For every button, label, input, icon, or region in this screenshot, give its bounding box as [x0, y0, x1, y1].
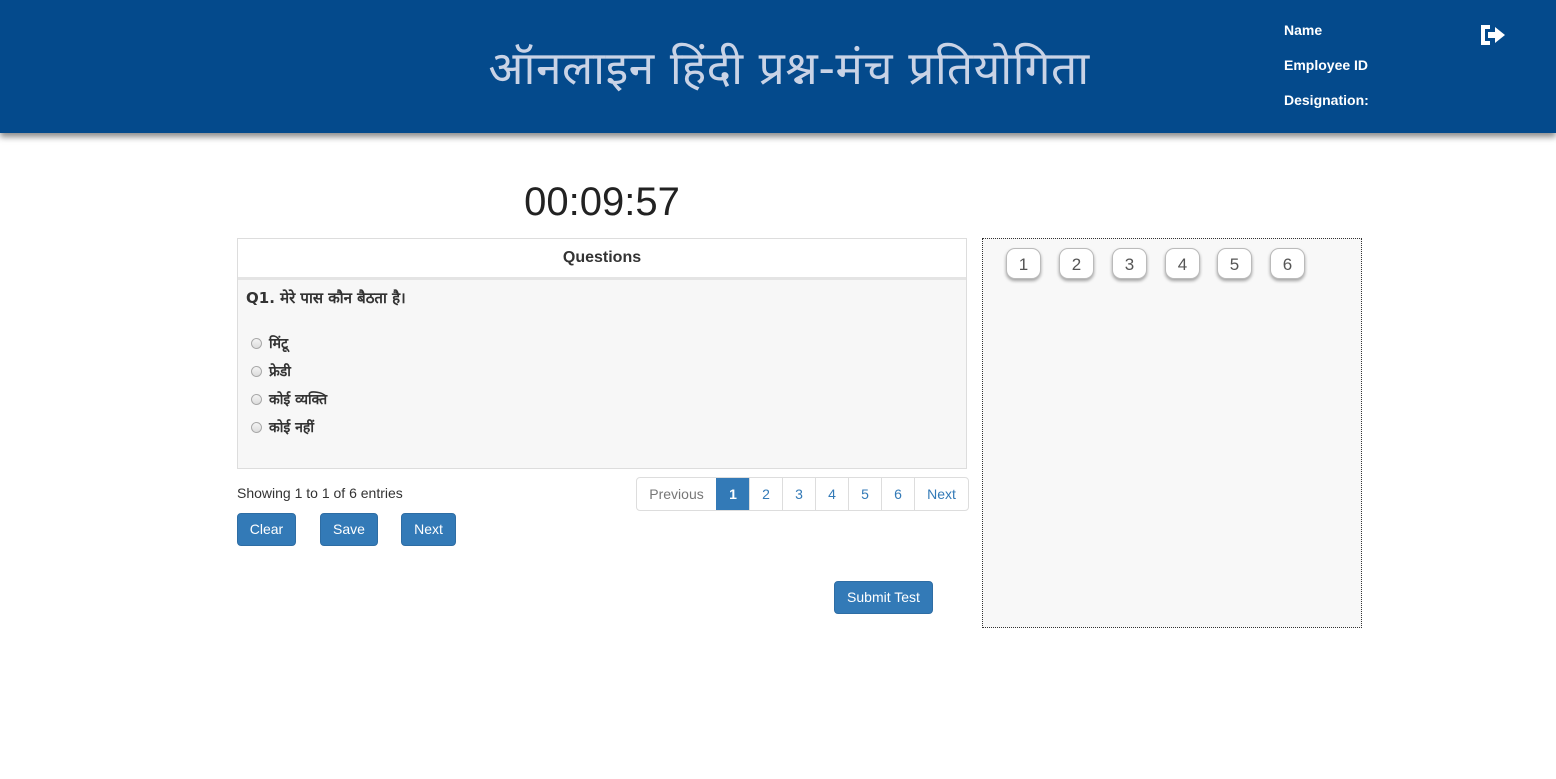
question-nav-button-3[interactable]: 3 — [1112, 248, 1147, 279]
option-1[interactable]: मिंटू — [251, 332, 288, 354]
save-button[interactable]: Save — [320, 513, 378, 546]
option-4[interactable]: कोई नहीं — [251, 416, 314, 438]
app-header: ऑनलाइन हिंदी प्रश्न-मंच प्रतियोगिता Name… — [0, 0, 1556, 133]
pagination-page-5[interactable]: 5 — [848, 478, 881, 510]
option-3[interactable]: कोई व्यक्ति — [251, 388, 327, 410]
submit-test-button[interactable]: Submit Test — [834, 581, 933, 614]
entries-info: Showing 1 to 1 of 6 entries — [237, 485, 403, 501]
question-navigator: 1 2 3 4 5 6 — [982, 238, 1362, 628]
option-2-label: फ्रेडी — [269, 363, 291, 380]
pagination-next[interactable]: Next — [914, 478, 968, 510]
radio-option-1[interactable] — [251, 337, 262, 349]
name-label: Name — [1284, 22, 1323, 38]
question-nav-button-5[interactable]: 5 — [1217, 248, 1252, 279]
pagination-page-4[interactable]: 4 — [815, 478, 848, 510]
pagination-page-3[interactable]: 3 — [782, 478, 815, 510]
pagination-page-2[interactable]: 2 — [749, 478, 782, 510]
clear-button[interactable]: Clear — [237, 513, 296, 546]
option-3-label: कोई व्यक्ति — [269, 391, 328, 408]
page-title: ऑनलाइन हिंदी प्रश्न-मंच प्रतियोगिता — [488, 41, 1090, 95]
countdown-timer: 00:09:57 — [524, 180, 680, 224]
question-nav-button-4[interactable]: 4 — [1165, 248, 1200, 279]
next-button[interactable]: Next — [401, 513, 456, 546]
designation-label: Designation: — [1284, 92, 1369, 108]
option-1-label: मिंटू — [269, 335, 289, 352]
sign-out-icon[interactable] — [1478, 22, 1508, 48]
employee-id-label: Employee ID — [1284, 57, 1369, 73]
question-panel: Questions Q1. मेरे पास कौन बैठता है। मिं… — [237, 238, 967, 469]
question-nav-button-2[interactable]: 2 — [1059, 248, 1094, 279]
question-text: Q1. मेरे पास कौन बैठता है। — [246, 289, 406, 307]
radio-option-2[interactable] — [251, 365, 262, 377]
radio-option-4[interactable] — [251, 421, 262, 433]
employee-id-row: Employee ID — [1284, 57, 1373, 92]
option-2[interactable]: फ्रेडी — [251, 360, 291, 382]
questions-heading: Questions — [238, 239, 966, 280]
radio-option-3[interactable] — [251, 393, 262, 405]
pagination: Previous 1 2 3 4 5 6 Next — [636, 477, 969, 511]
designation-row: Designation: — [1284, 92, 1373, 127]
question-nav-button-6[interactable]: 6 — [1270, 248, 1305, 279]
user-name-row: Name — [1284, 22, 1373, 57]
pagination-page-6[interactable]: 6 — [881, 478, 914, 510]
question-nav-button-1[interactable]: 1 — [1006, 248, 1041, 279]
pagination-previous[interactable]: Previous — [637, 478, 716, 510]
pagination-page-1[interactable]: 1 — [716, 478, 749, 510]
option-4-label: कोई नहीं — [269, 419, 314, 436]
user-info: Name Employee ID Designation: — [1284, 22, 1373, 127]
